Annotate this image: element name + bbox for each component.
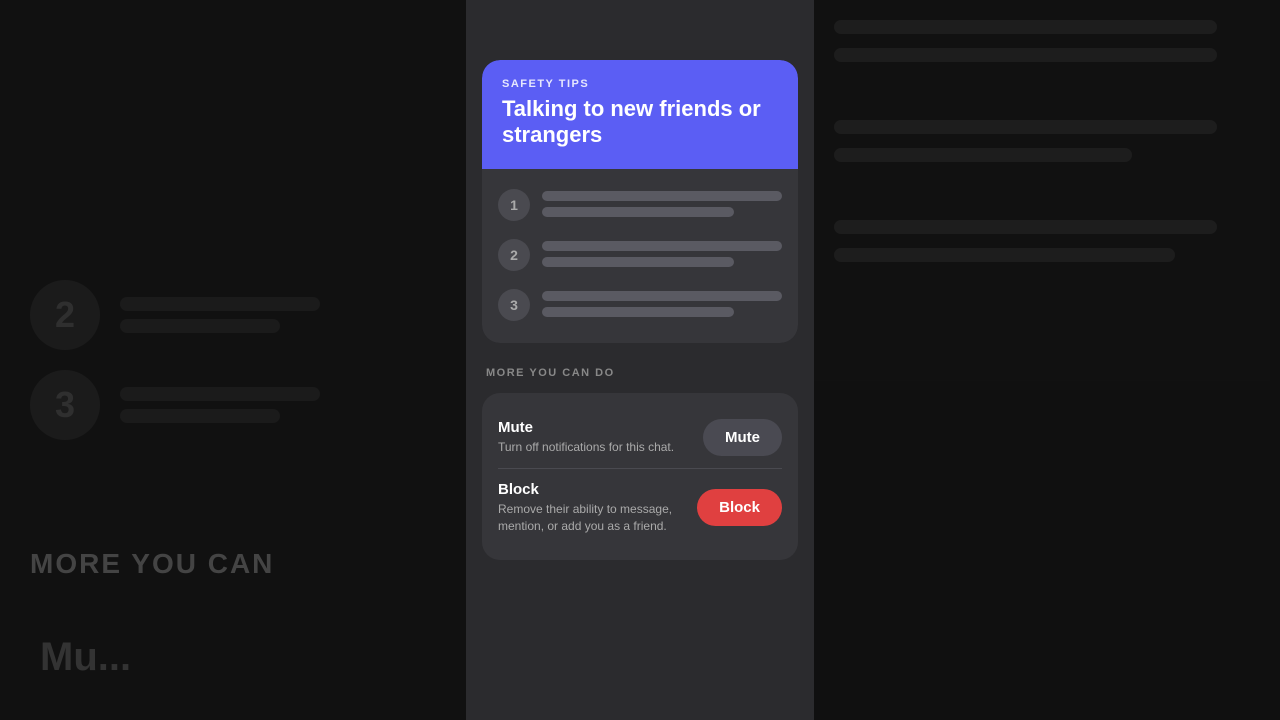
tip-line: [542, 191, 782, 201]
tip-line: [542, 307, 734, 317]
tip-lines-3: [542, 287, 782, 317]
bg-row-3: 3: [30, 370, 320, 440]
bg-right-line: [834, 248, 1175, 262]
background-left: 2 3 MORE YOU CAN Mu...: [0, 0, 466, 720]
tip-row-1: 1: [498, 187, 782, 221]
tip-line: [542, 241, 782, 251]
safety-body: 1 2 3: [482, 169, 798, 343]
bg-right-line: [834, 120, 1217, 134]
bg-row-2: 2: [30, 280, 320, 350]
bg-right-line: [834, 220, 1217, 234]
mute-row: Mute Turn off notifications for this cha…: [498, 407, 782, 468]
bg-line: [120, 319, 280, 333]
safety-title: Talking to new friends or strangers: [502, 96, 778, 149]
bg-bottom-text: Mu...: [40, 635, 131, 680]
bg-line: [120, 409, 280, 423]
tip-lines-1: [542, 187, 782, 217]
safety-label: SAFETY TIPS: [502, 78, 778, 90]
tip-number-2: 2: [498, 239, 530, 271]
mute-description: Turn off notifications for this chat.: [498, 439, 687, 456]
safety-header: SAFETY TIPS Talking to new friends or st…: [482, 60, 798, 169]
tip-row-2: 2: [498, 237, 782, 271]
tip-lines-2: [542, 237, 782, 267]
block-description: Remove their ability to message, mention…: [498, 501, 681, 535]
bg-lines-3: [120, 387, 320, 423]
more-section: MORE YOU CAN DO Mute Turn off notificati…: [482, 367, 798, 561]
bg-line: [120, 387, 320, 401]
mute-title: Mute: [498, 419, 687, 436]
tip-line: [542, 291, 782, 301]
bg-lines-2: [120, 297, 320, 333]
block-button[interactable]: Block: [697, 489, 782, 526]
tip-number-1: 1: [498, 189, 530, 221]
tip-number-3: 3: [498, 289, 530, 321]
tip-line: [542, 207, 734, 217]
block-text: Block Remove their ability to message, m…: [498, 481, 681, 535]
bg-line: [120, 297, 320, 311]
more-section-label: MORE YOU CAN DO: [482, 367, 798, 379]
bg-number-3: 3: [30, 370, 100, 440]
more-card: Mute Turn off notifications for this cha…: [482, 393, 798, 561]
center-modal: SAFETY TIPS Talking to new friends or st…: [466, 0, 814, 720]
background-right: [814, 0, 1280, 720]
block-row: Block Remove their ability to message, m…: [498, 468, 782, 547]
bg-right-line: [834, 48, 1217, 62]
tip-row-3: 3: [498, 287, 782, 321]
block-title: Block: [498, 481, 681, 498]
bg-right-line: [834, 148, 1132, 162]
mute-text: Mute Turn off notifications for this cha…: [498, 419, 687, 456]
bg-number-2: 2: [30, 280, 100, 350]
tip-line: [542, 257, 734, 267]
safety-tips-card: SAFETY TIPS Talking to new friends or st…: [482, 60, 798, 343]
bg-right-line: [834, 20, 1217, 34]
bg-more-text: MORE YOU CAN: [0, 528, 466, 600]
mute-button[interactable]: Mute: [703, 419, 782, 456]
